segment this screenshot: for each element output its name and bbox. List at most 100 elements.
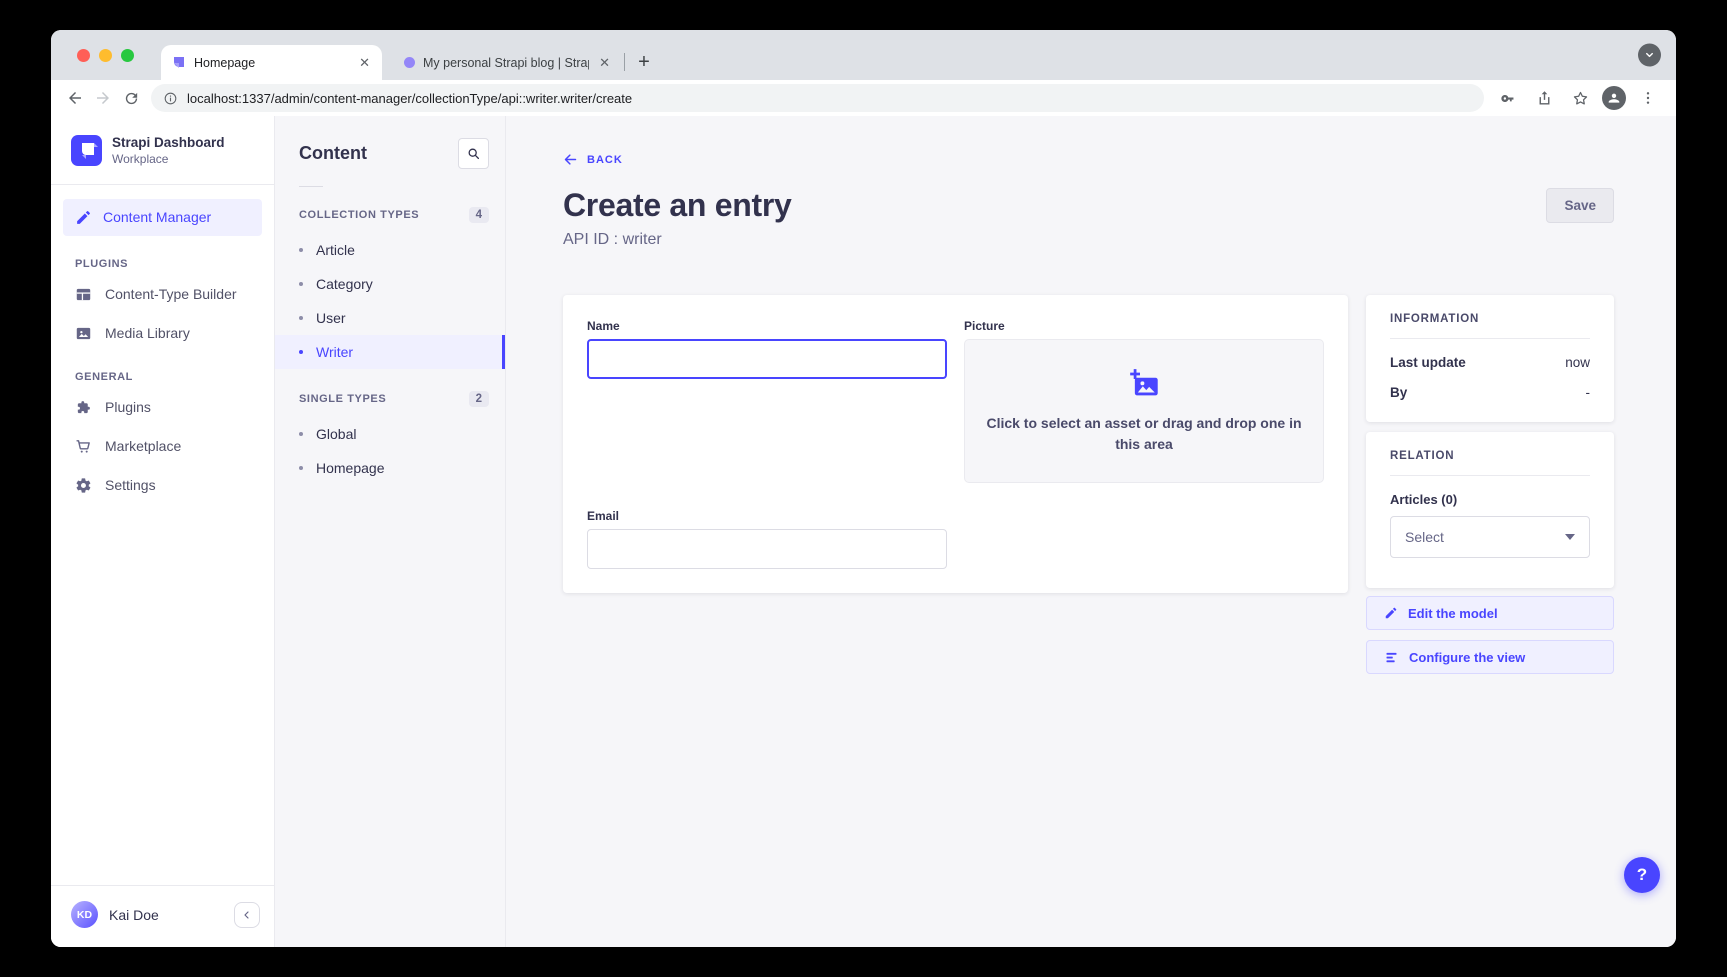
help-button[interactable]: ? [1624, 857, 1660, 893]
sidebar-item-plugins[interactable]: Plugins [51, 388, 274, 427]
bullet-icon [299, 432, 303, 436]
divider [1390, 338, 1590, 339]
tab-homepage[interactable]: Homepage ✕ [161, 45, 382, 80]
tab-title: Homepage [194, 56, 349, 70]
reload-button[interactable] [117, 84, 145, 112]
sidebar-item-content-type-builder[interactable]: Content-Type Builder [51, 275, 274, 314]
password-manager-button[interactable] [1494, 84, 1522, 112]
subnav-item-label: User [316, 310, 346, 326]
edit-model-button[interactable]: Edit the model [1366, 596, 1614, 630]
toolbar-actions [1494, 84, 1666, 112]
configure-view-label: Configure the view [1409, 650, 1525, 665]
tab-title: My personal Strapi blog | Strap [423, 56, 589, 70]
back-link[interactable]: BACK [563, 152, 623, 167]
sidebar-item-settings[interactable]: Settings [51, 466, 274, 505]
arrow-forward-icon [94, 89, 112, 107]
sidebar-item-label: Marketplace [105, 438, 181, 454]
minimize-window-button[interactable] [99, 49, 112, 62]
subnav-item-category[interactable]: Category [275, 267, 505, 301]
tab-strapi-blog[interactable]: My personal Strapi blog | Strap ✕ [394, 45, 622, 80]
articles-select[interactable]: Select [1390, 516, 1590, 558]
share-button[interactable] [1530, 84, 1558, 112]
window-controls [77, 30, 134, 80]
site-info-icon[interactable] [163, 91, 178, 106]
subnav-item-label: Category [316, 276, 373, 292]
star-icon [1572, 90, 1589, 107]
tab-separator [624, 53, 625, 71]
subnav-item-label: Global [316, 426, 356, 442]
user-name: Kai Doe [109, 907, 159, 923]
picture-dropzone[interactable]: Click to select an asset or drag and dro… [964, 339, 1324, 483]
screenshot-stage: Homepage ✕ My personal Strapi blog | Str… [0, 0, 1727, 977]
subnav-item-global[interactable]: Global [275, 417, 505, 451]
bullet-icon [299, 466, 303, 470]
strapi-app: Strapi Dashboard Workplace Content Manag… [51, 116, 1676, 947]
workspace-brand[interactable]: Strapi Dashboard Workplace [51, 116, 274, 184]
arrow-left-icon [563, 152, 578, 167]
search-button[interactable] [458, 138, 489, 169]
search-icon [467, 147, 480, 160]
information-panel: INFORMATION Last update now By - [1366, 295, 1614, 422]
person-icon [1606, 90, 1622, 106]
relation-title: RELATION [1390, 450, 1590, 462]
new-tab-button[interactable]: + [630, 48, 658, 76]
divider [299, 186, 323, 187]
subnav-item-label: Homepage [316, 460, 385, 476]
browser-menu-chevron-button[interactable] [1638, 44, 1661, 67]
chevron-left-icon [241, 909, 253, 921]
name-field: Name [587, 319, 947, 483]
blog-favicon [404, 57, 415, 68]
layout-grid-icon [75, 286, 92, 303]
url-bar[interactable]: localhost:1337/admin/content-manager/col… [151, 84, 1484, 112]
sidebar-item-label: Plugins [105, 399, 151, 415]
by-value: - [1586, 385, 1591, 400]
subnav-item-user[interactable]: User [275, 301, 505, 335]
configure-view-icon [1384, 650, 1399, 665]
api-id-subtitle: API ID : writer [563, 231, 1614, 249]
sidebar-item-label: Content Manager [103, 209, 211, 225]
browser-profile-button[interactable] [1602, 86, 1626, 110]
bookmark-button[interactable] [1566, 84, 1594, 112]
name-label: Name [587, 319, 947, 333]
email-input[interactable] [587, 529, 947, 569]
picture-label: Picture [964, 319, 1324, 333]
sidebar-item-marketplace[interactable]: Marketplace [51, 427, 274, 466]
subnav-title: Content [299, 143, 367, 164]
bullet-icon [299, 282, 303, 286]
media-library-icon [75, 325, 92, 342]
bullet-icon [299, 350, 303, 354]
reload-icon [123, 90, 140, 107]
save-button[interactable]: Save [1546, 188, 1614, 223]
sidebar-item-label: Media Library [105, 325, 190, 341]
back-nav-button[interactable] [61, 84, 89, 112]
information-title: INFORMATION [1390, 313, 1590, 325]
forward-nav-button[interactable] [89, 84, 117, 112]
subnav-item-writer[interactable]: Writer [275, 335, 505, 369]
add-image-icon [1128, 368, 1160, 400]
divider [1390, 475, 1590, 476]
subnav-item-homepage[interactable]: Homepage [275, 451, 505, 485]
cart-icon [75, 438, 92, 455]
collection-types-count-badge: 4 [469, 207, 489, 223]
email-field: Email [587, 509, 947, 569]
subnav-item-article[interactable]: Article [275, 233, 505, 267]
caret-down-icon [1565, 534, 1575, 540]
select-placeholder: Select [1405, 529, 1444, 545]
zoom-window-button[interactable] [121, 49, 134, 62]
close-tab-icon[interactable]: ✕ [597, 54, 612, 71]
single-types-count-badge: 2 [469, 391, 489, 407]
subnav-item-label: Article [316, 242, 355, 258]
sidebar-item-media-library[interactable]: Media Library [51, 314, 274, 353]
browser-menu-button[interactable] [1634, 84, 1662, 112]
single-types-header: SINGLE TYPES 2 [275, 381, 505, 417]
app-title: Strapi Dashboard [112, 135, 225, 152]
close-window-button[interactable] [77, 49, 90, 62]
name-input[interactable] [587, 339, 947, 379]
sidebar-item-content-manager[interactable]: Content Manager [63, 199, 262, 236]
close-tab-icon[interactable]: ✕ [357, 54, 372, 71]
back-label: BACK [587, 154, 623, 166]
last-update-row: Last update now [1390, 355, 1590, 370]
collapse-sidebar-button[interactable] [234, 902, 260, 928]
configure-view-button[interactable]: Configure the view [1366, 640, 1614, 674]
key-icon [1500, 90, 1517, 107]
